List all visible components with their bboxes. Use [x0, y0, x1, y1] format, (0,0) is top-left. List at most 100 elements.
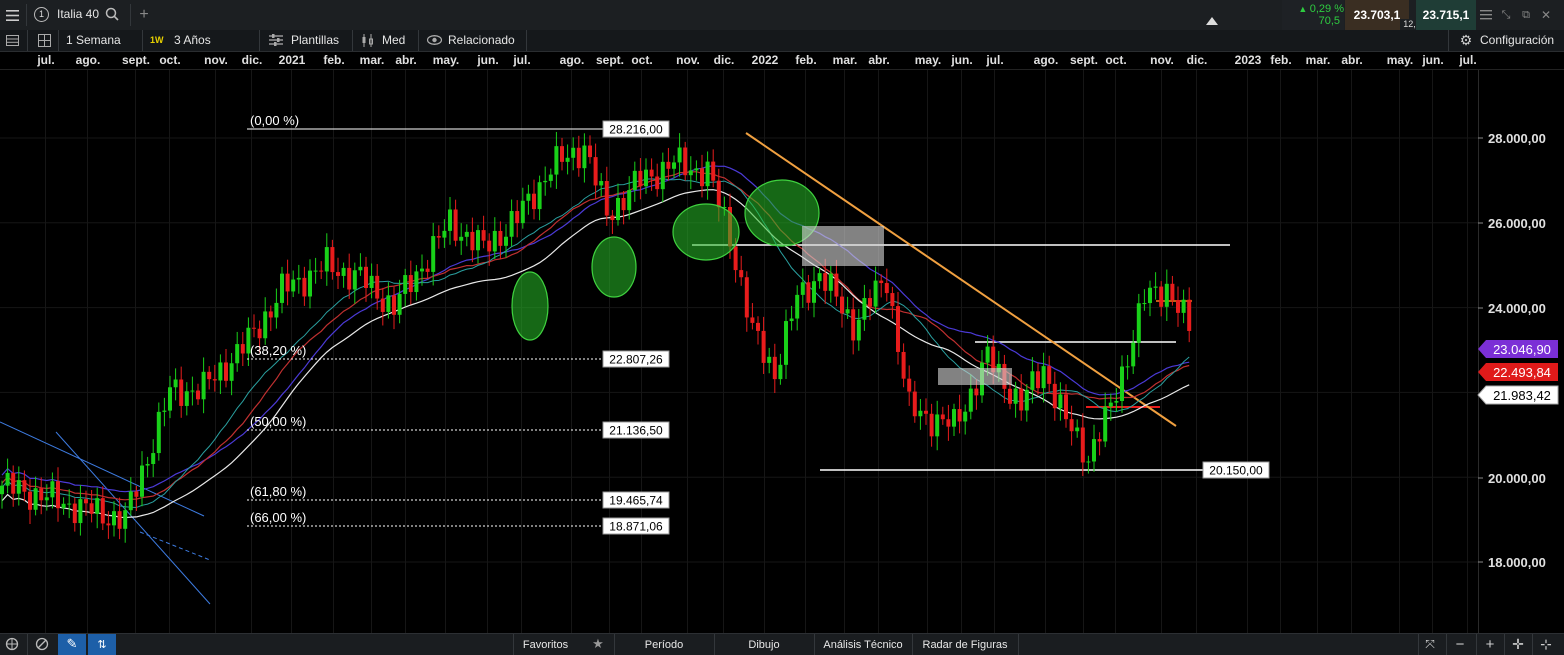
templates-icon [268, 32, 284, 48]
highlight-ellipse [672, 203, 740, 261]
candle-body [1125, 366, 1130, 368]
compact-lines-icon[interactable] [1478, 7, 1494, 23]
range-selector[interactable]: 3 Años [174, 33, 211, 47]
candle-body [1120, 366, 1124, 401]
candle-body [778, 364, 783, 380]
change-pct: ▲ 0,29 % [1298, 3, 1344, 15]
time-axis-label: jul. [1459, 53, 1477, 67]
minimize-icon[interactable]: ⤡ [1498, 7, 1514, 23]
candle-body [716, 180, 721, 208]
candle-body [576, 147, 581, 169]
price-chart[interactable]: (0,00 %) 28.216,00 (38,20 %) 22.807,26 (50,0… [0, 70, 1564, 633]
no-drawing-icon[interactable] [34, 636, 50, 652]
favorites-menu[interactable]: Favoritos [513, 634, 578, 655]
candle-body [431, 236, 436, 272]
layout-grid-icon[interactable] [36, 32, 52, 48]
moving-average-line [1, 178, 1190, 509]
candle-body [593, 157, 598, 186]
interval-selector[interactable]: 1 Semana [66, 33, 121, 47]
zoom-out-icon[interactable]: − [1452, 636, 1468, 653]
candle-body [733, 246, 738, 271]
candle-body [56, 481, 60, 509]
candle-body [291, 279, 296, 292]
templates-button[interactable]: Plantillas [291, 33, 339, 47]
fib-percent: (50,00 %) [250, 414, 306, 429]
candle-body [694, 168, 699, 171]
fib-price: 19.465,74 [609, 494, 663, 508]
candle-body [918, 410, 923, 417]
fit-icon[interactable]: ⤧ [1422, 636, 1438, 652]
candle-body [392, 295, 396, 315]
candle-body [459, 236, 464, 241]
candle-body [952, 409, 956, 427]
candle-body [537, 182, 542, 210]
related-button[interactable]: Relacionado [448, 33, 515, 47]
candle-body [420, 268, 424, 272]
candle-body [212, 379, 217, 381]
time-axis-label: jul. [37, 53, 55, 67]
price-type-selector[interactable]: Med [382, 33, 405, 47]
candle-body [5, 472, 10, 486]
candle-body [425, 268, 430, 272]
add-tab-button[interactable]: + [136, 6, 152, 24]
candle-body [324, 247, 329, 272]
candle-body [375, 275, 380, 299]
pointer-tool[interactable]: ⇅ [88, 634, 116, 655]
candle-body [1142, 303, 1147, 305]
zoom-in-icon[interactable]: + [1482, 636, 1498, 653]
instrument-tab[interactable]: 1 Italia 40 [30, 5, 130, 25]
candle-body [1170, 283, 1175, 301]
settings-button[interactable]: Configuración [1480, 33, 1554, 47]
fib-price: 18.871,06 [609, 520, 663, 534]
candle-body [481, 230, 486, 241]
candle-body [89, 503, 94, 514]
popout-icon[interactable]: ⧉ [1518, 7, 1534, 23]
time-axis-label: nov. [676, 53, 700, 67]
ask-price[interactable]: 23.715,1 [1416, 0, 1476, 30]
candle-body [772, 356, 777, 380]
fib-percent: (0,00 %) [250, 113, 299, 128]
candle-body [151, 453, 156, 464]
candle-body [621, 197, 626, 211]
time-axis-label: jul. [986, 53, 1004, 67]
star-icon[interactable]: ★ [590, 636, 606, 652]
period-menu[interactable]: Período [614, 634, 714, 655]
candle-body [632, 170, 637, 191]
expand-icon[interactable]: ⊹ [1538, 636, 1554, 652]
candle-body [380, 298, 385, 312]
pattern-radar-menu[interactable]: Radar de Figuras [912, 634, 1018, 655]
candle-body [683, 147, 688, 176]
candle-body [700, 168, 704, 187]
candle-body [789, 318, 794, 322]
candle-body [498, 230, 503, 246]
candle-body [1164, 283, 1169, 307]
drawing-menu[interactable]: Dibujo [714, 634, 814, 655]
candle-body [448, 209, 452, 231]
tab-number-badge: 1 [34, 7, 49, 22]
candle-body [106, 523, 111, 526]
candle-body [963, 411, 968, 422]
candle-body [358, 266, 363, 271]
candle-body [896, 306, 900, 352]
time-axis-label: 2022 [751, 53, 779, 67]
pencil-tool[interactable]: ✎ [58, 634, 86, 655]
technical-analysis-menu[interactable]: Análisis Técnico [814, 634, 912, 655]
crosshair-icon[interactable]: ✛ [1510, 636, 1526, 652]
candle-body [123, 510, 128, 529]
candle-body [341, 267, 346, 276]
panel-icon[interactable] [4, 32, 20, 48]
crosshair-circle-icon[interactable] [4, 636, 20, 652]
candle-body [588, 145, 592, 158]
candle-body [845, 309, 850, 314]
candle-body [11, 472, 16, 494]
close-icon[interactable]: ✕ [1538, 7, 1554, 23]
candle-body [1052, 383, 1057, 409]
candle-body [22, 480, 27, 492]
search-icon[interactable] [104, 6, 120, 22]
candle-body [1064, 394, 1068, 420]
candle-body [302, 277, 307, 297]
candle-body [1108, 402, 1113, 407]
price-axis-label: 18.000,00 [1488, 555, 1546, 570]
candle-body [257, 328, 262, 339]
menu-icon[interactable] [4, 7, 20, 23]
